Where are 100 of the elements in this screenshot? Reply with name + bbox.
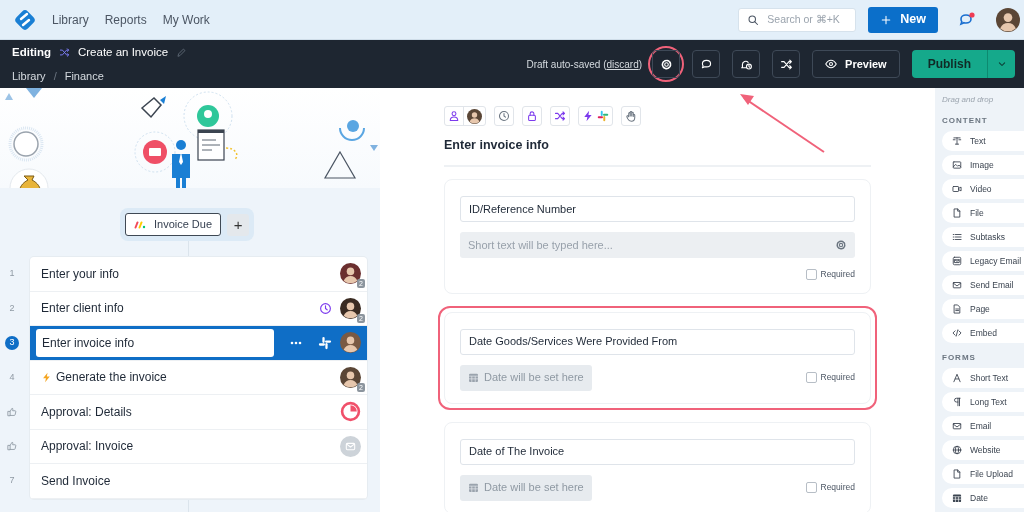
logic-button[interactable]: [550, 106, 570, 126]
avatar: [340, 263, 361, 285]
code-icon: [952, 328, 962, 338]
envelope-icon: [952, 280, 962, 290]
palette-item[interactable]: Send Email: [942, 275, 1024, 295]
drag-hint: Drag and drop: [942, 94, 995, 106]
mail-icon: [340, 435, 361, 457]
palette-item[interactable]: Website: [942, 440, 1024, 460]
autosave-status: Draft auto-saved (discard): [526, 57, 643, 72]
palette-item[interactable]: Date: [942, 488, 1024, 508]
field-label-input[interactable]: ID/Reference Number: [460, 195, 855, 222]
lock-icon: [526, 110, 538, 122]
shuffle-icon: [554, 110, 566, 122]
calendar-icon: [952, 493, 962, 503]
hand-icon: [625, 110, 637, 122]
bolt-icon: [582, 110, 594, 122]
date-field: Date will be set here: [460, 474, 592, 501]
workflow-title: Create an Invoice: [77, 44, 169, 60]
palette-item[interactable]: Page: [942, 299, 1024, 319]
palette-item[interactable]: Email: [942, 416, 1024, 436]
step-number: 2: [9, 301, 15, 315]
required-checkbox[interactable]: [805, 482, 817, 493]
add-trigger-button[interactable]: +: [227, 213, 250, 236]
trigger-button[interactable]: Invoice Due: [124, 213, 222, 236]
palette-item[interactable]: File: [942, 203, 1024, 223]
comment-icon: [699, 57, 713, 71]
automation-button[interactable]: [578, 106, 613, 126]
required-label: Required: [820, 481, 855, 494]
step-title: Enter your info: [41, 265, 120, 283]
assignee-button[interactable]: [444, 106, 486, 126]
field-label-input[interactable]: Date Goods/Services Were Provided From: [460, 328, 855, 355]
required-checkbox[interactable]: [805, 268, 817, 280]
step-number: 4: [9, 370, 15, 384]
palette-item[interactable]: Subtasks: [942, 227, 1024, 247]
reminder-button[interactable]: [732, 50, 761, 78]
publish-button[interactable]: Publish: [911, 50, 987, 78]
preview-button[interactable]: Preview: [812, 50, 900, 78]
stop-button[interactable]: [621, 106, 641, 126]
step-title: Approval: Details: [41, 403, 132, 421]
step-title: Enter invoice info: [42, 334, 135, 352]
search-icon: [747, 13, 760, 26]
list-icon: [952, 232, 962, 242]
step-title: Approval: Invoice: [41, 438, 134, 456]
paragraph-icon: [952, 397, 962, 407]
avatar[interactable]: [996, 7, 1020, 32]
letter-icon: [952, 373, 962, 383]
step-number: 1: [9, 267, 15, 280]
step-title: Send Invoice: [41, 472, 111, 490]
calendar-icon: [468, 482, 479, 493]
breadcrumb-link[interactable]: Finance: [64, 67, 104, 85]
palette-item[interactable]: Image: [942, 155, 1024, 175]
pie-chart-icon: [340, 401, 361, 423]
required-label: Required: [820, 267, 855, 281]
step-row[interactable]: Approval: Invoice: [30, 429, 367, 464]
required-checkbox[interactable]: [805, 372, 817, 383]
step-number: 3: [5, 335, 19, 350]
image-icon: [952, 160, 962, 170]
text-format-icon: [952, 136, 962, 146]
palette-item[interactable]: File Upload: [942, 464, 1024, 484]
page-icon: [952, 304, 962, 314]
due-date-button[interactable]: [494, 106, 514, 126]
conditional-logic-button[interactable]: [772, 50, 801, 78]
palette-item[interactable]: Long Text: [942, 392, 1024, 412]
envelope-square-icon: [952, 256, 962, 266]
slack-icon: [597, 110, 609, 122]
avatar: [340, 332, 361, 354]
palette-item[interactable]: Text: [942, 131, 1024, 151]
settings-icon: [659, 57, 673, 71]
mode-label: Editing: [12, 44, 51, 60]
palette-item[interactable]: Video: [942, 179, 1024, 199]
plus-icon: [880, 13, 893, 26]
workflow-icon: [58, 46, 70, 58]
edit-icon: [176, 46, 188, 58]
video-icon: [952, 184, 962, 194]
step-title: Generate the invoice: [56, 369, 167, 387]
eye-icon: [825, 58, 838, 70]
palette-item[interactable]: Short Text: [942, 368, 1024, 388]
more-icon[interactable]: [290, 340, 302, 345]
nav-link[interactable]: Reports: [104, 10, 147, 29]
date-field: Date will be set here: [460, 364, 592, 391]
app-logo-icon: [133, 220, 146, 229]
permissions-button[interactable]: [522, 106, 542, 126]
person-icon: [448, 110, 460, 122]
avatar: [340, 297, 361, 319]
section-heading: FORMS: [942, 352, 977, 364]
step-title: Enter client info: [41, 300, 124, 318]
breadcrumb-link[interactable]: Library: [12, 67, 46, 85]
field-label-input[interactable]: Date of The Invoice: [460, 438, 855, 465]
shuffle-icon: [779, 57, 793, 71]
settings-icon: [835, 238, 847, 251]
comment-button[interactable]: [692, 50, 721, 78]
nav-link[interactable]: Library: [52, 10, 89, 29]
new-button[interactable]: New: [868, 6, 938, 33]
step-row[interactable]: Approval: Details: [30, 395, 367, 430]
palette-item[interactable]: Embed: [942, 323, 1024, 343]
file-icon: [952, 208, 962, 218]
calendar-icon: [468, 372, 479, 383]
nav-link[interactable]: My Work: [162, 10, 210, 29]
avatar: [340, 366, 361, 388]
palette-item[interactable]: Legacy Email: [942, 251, 1024, 271]
